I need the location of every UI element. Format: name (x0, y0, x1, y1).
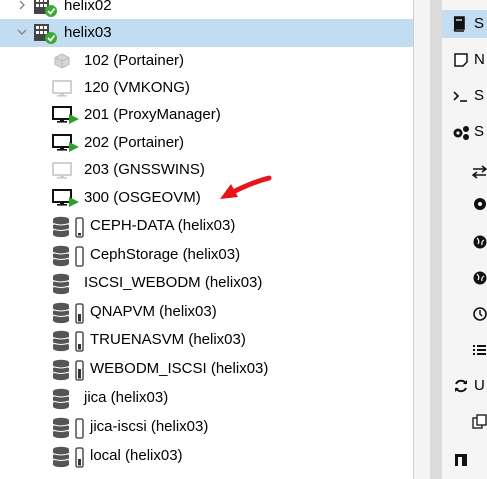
container-icon (54, 53, 70, 69)
square-icon (455, 454, 467, 466)
tree-node-label: ISCSI_WEBODM (helix03) (84, 274, 263, 291)
storage-database-icon (52, 245, 84, 267)
vm-running-icon (52, 189, 79, 207)
side-menu-item[interactable]: N (442, 46, 487, 74)
tree-node-helix03[interactable]: helix03 (0, 19, 413, 47)
tree-node-label: 120 (VMKONG) (84, 79, 190, 96)
side-menu-item[interactable]: S (442, 82, 487, 110)
storage-database-icon (52, 446, 84, 468)
list-icon (473, 345, 486, 355)
chevron-right-icon[interactable] (16, 0, 28, 11)
storage-database-icon (52, 359, 84, 381)
terminal-icon (453, 91, 467, 102)
red-arrow-icon (220, 175, 272, 199)
refresh-icon (455, 379, 467, 393)
server-online-icon (34, 24, 57, 44)
side-menu-item[interactable] (442, 228, 487, 256)
vm-monitor-icon (52, 162, 72, 179)
tree-node-storage[interactable]: ISCSI_WEBODM (helix03) (0, 269, 413, 297)
tree-node-storage[interactable]: jica (helix03) (0, 384, 413, 412)
side-menu-item[interactable] (442, 158, 487, 186)
vm-running-icon (52, 106, 79, 124)
side-menu-item[interactable] (442, 336, 487, 364)
book-icon (453, 16, 465, 32)
vm-running-icon (52, 134, 79, 152)
tree-node-vm-203[interactable]: 203 (GNSSWINS) (0, 156, 413, 184)
side-menu: S N S S U (442, 0, 487, 479)
resource-tree: helix02 helix03 102 (Portainer) 120 (VMK… (0, 0, 413, 479)
tree-node-label: CEPH-DATA (helix03) (90, 217, 236, 234)
side-menu-item[interactable]: S (442, 10, 487, 38)
tree-node-label: TRUENASVM (helix03) (90, 331, 246, 348)
side-menu-label: S (474, 15, 485, 32)
vm-monitor-icon (52, 80, 72, 97)
tree-node-label: local (helix03) (90, 447, 183, 464)
tree-node-label: 102 (Portainer) (84, 52, 185, 69)
tree-node-label: helix03 (64, 24, 112, 41)
copy-icon (472, 414, 487, 429)
tree-node-vm-300[interactable]: 300 (OSGEOVM) (0, 184, 413, 212)
storage-database-icon (52, 273, 70, 295)
tree-node-vm-201[interactable]: 201 (ProxyManager) (0, 101, 413, 129)
tree-node-storage[interactable]: WEBODM_ISCSI (helix03) (0, 355, 413, 383)
arrows-icon (472, 165, 487, 179)
storage-database-icon (52, 388, 70, 410)
note-icon (454, 53, 468, 67)
tree-node-label: WEBODM_ISCSI (helix03) (90, 360, 269, 377)
clock-icon (473, 307, 487, 321)
tree-node-storage[interactable]: TRUENASVM (helix03) (0, 326, 413, 354)
tree-node-storage[interactable]: local (helix03) (0, 442, 413, 470)
side-menu-item[interactable] (442, 446, 487, 474)
tree-node-label: jica (helix03) (84, 389, 169, 406)
storage-database-icon (52, 330, 84, 352)
storage-database-icon (52, 417, 84, 439)
globe-icon (473, 235, 487, 249)
tree-node-storage[interactable]: jica-iscsi (helix03) (0, 413, 413, 441)
side-menu-item[interactable]: S (442, 118, 487, 146)
tree-node-vm-120[interactable]: 120 (VMKONG) (0, 74, 413, 102)
tree-node-label: 201 (ProxyManager) (84, 106, 221, 123)
tree-node-vm-202[interactable]: 202 (Portainer) (0, 129, 413, 157)
side-menu-item[interactable] (442, 264, 487, 292)
side-menu-label: S (474, 123, 485, 140)
storage-database-icon (52, 216, 84, 238)
tree-node-label: QNAPVM (helix03) (90, 303, 217, 320)
side-menu-item[interactable] (442, 190, 487, 218)
side-menu-item[interactable] (442, 408, 487, 436)
tree-node-label: CephStorage (helix03) (90, 246, 241, 263)
tree-node-storage[interactable]: CephStorage (helix03) (0, 241, 413, 269)
chevron-down-icon[interactable] (16, 26, 28, 38)
scrollbar[interactable] (430, 0, 442, 479)
side-menu-label: N (474, 51, 485, 68)
tree-node-label: jica-iscsi (helix03) (90, 418, 209, 435)
tree-node-label: 300 (OSGEOVM) (84, 189, 201, 206)
side-menu-label: U (474, 377, 485, 394)
storage-database-icon (52, 302, 84, 324)
gears-icon (453, 126, 469, 140)
cog-icon (474, 198, 486, 210)
side-menu-label: S (474, 87, 485, 104)
tree-node-helix02[interactable]: helix02 (0, 0, 413, 20)
panel-gutter (414, 0, 430, 479)
globe-icon (473, 271, 487, 285)
tree-node-label: helix02 (64, 0, 112, 14)
tree-node-ct-102[interactable]: 102 (Portainer) (0, 47, 413, 75)
tree-node-label: 202 (Portainer) (84, 134, 185, 151)
side-menu-item[interactable]: U (442, 372, 487, 400)
tree-node-storage[interactable]: CEPH-DATA (helix03) (0, 212, 413, 240)
tree-node-label: 203 (GNSSWINS) (84, 161, 205, 178)
tree-node-storage[interactable]: QNAPVM (helix03) (0, 298, 413, 326)
side-menu-item[interactable] (442, 300, 487, 328)
server-online-icon (34, 0, 57, 17)
